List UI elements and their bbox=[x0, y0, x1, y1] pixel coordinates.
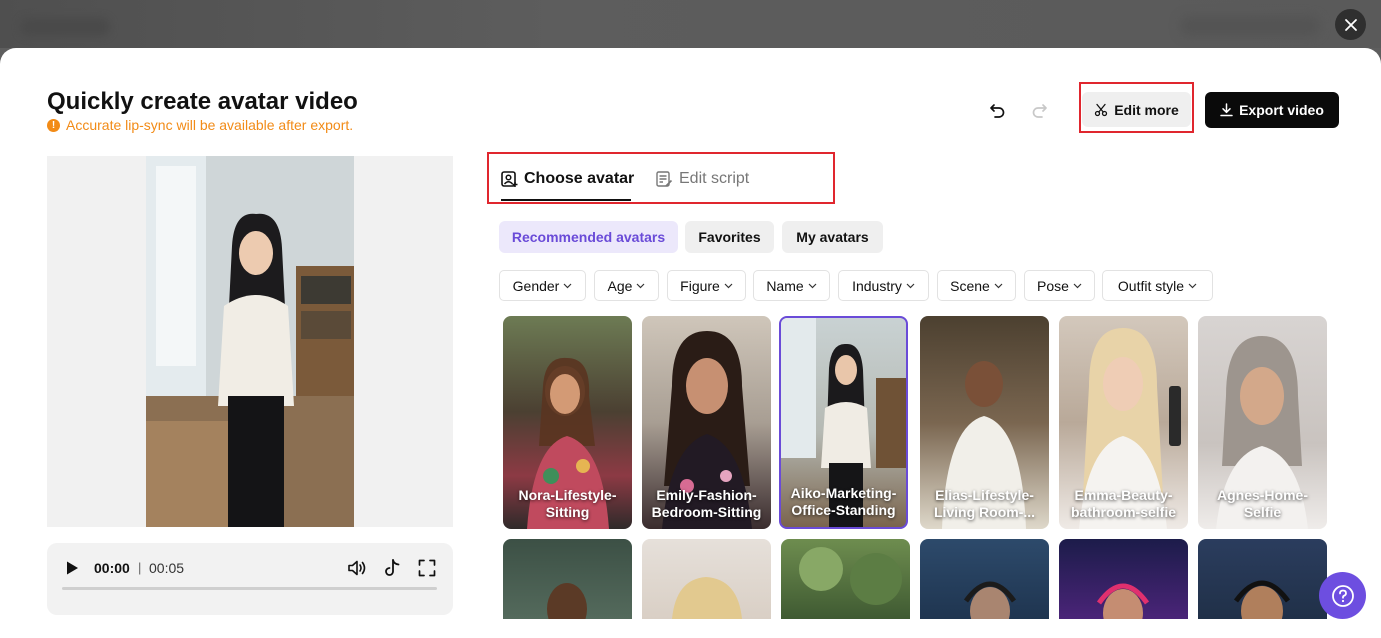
avatar-name: Aiko-Marketing-Office-Standing bbox=[790, 485, 897, 518]
filter-label: Name bbox=[766, 277, 804, 294]
category-recommended[interactable]: Recommended avatars bbox=[499, 221, 678, 253]
avatar-name: Emma-Beauty-bathroom-selfie bbox=[1070, 487, 1176, 520]
avatar-name: Emily-Fashion-Bedroom-Sitting bbox=[651, 487, 762, 520]
chevron-down-icon bbox=[808, 283, 817, 288]
avatar-thumbnail bbox=[1096, 583, 1150, 619]
undo-icon[interactable] bbox=[988, 100, 1008, 120]
export-video-label: Export video bbox=[1239, 102, 1324, 118]
help-button[interactable] bbox=[1319, 572, 1366, 619]
chevron-down-icon bbox=[1073, 283, 1082, 288]
create-avatar-modal: Quickly create avatar video ! Accurate l… bbox=[0, 48, 1381, 638]
filter-industry[interactable]: Industry bbox=[838, 270, 929, 301]
total-time: 00:05 bbox=[149, 560, 185, 576]
tab-choose-avatar[interactable]: Choose avatar bbox=[501, 170, 634, 188]
video-preview bbox=[47, 156, 453, 527]
filter-outfit-style[interactable]: Outfit style bbox=[1102, 270, 1213, 301]
filter-gender[interactable]: Gender bbox=[499, 270, 586, 301]
warning-icon: ! bbox=[47, 118, 60, 132]
edit-more-label: Edit more bbox=[1114, 101, 1179, 118]
backdrop-toolbar-blur bbox=[1180, 16, 1320, 36]
avatar-card-row2-5[interactable] bbox=[1059, 539, 1188, 619]
export-video-button[interactable]: Export video bbox=[1205, 92, 1339, 128]
chevron-down-icon bbox=[994, 283, 1003, 288]
avatar-thumbnail bbox=[672, 577, 742, 619]
avatar-icon bbox=[501, 170, 518, 187]
current-time: 00:00 bbox=[94, 560, 130, 576]
avatar-card-row2-2[interactable] bbox=[642, 539, 771, 619]
filter-label: Pose bbox=[1037, 277, 1069, 294]
avatar-card-aiko[interactable]: Aiko-Marketing-Office-Standing bbox=[779, 316, 908, 529]
category-my-avatars[interactable]: My avatars bbox=[782, 221, 883, 253]
tab-edit-script-label: Edit script bbox=[679, 170, 750, 187]
backdrop-logo-blur bbox=[20, 18, 110, 36]
script-icon bbox=[656, 170, 673, 187]
filter-label: Scene bbox=[950, 277, 990, 294]
download-icon bbox=[1220, 103, 1233, 117]
lip-sync-notice-text: Accurate lip-sync will be available afte… bbox=[66, 117, 354, 133]
avatar-preview-image bbox=[146, 156, 354, 527]
avatar-name: Elias-Lifestyle-Living Room-... bbox=[933, 487, 1036, 520]
close-icon bbox=[1344, 18, 1357, 31]
close-button[interactable] bbox=[1335, 9, 1366, 40]
avatar-card-emma[interactable]: Emma-Beauty-bathroom-selfie bbox=[1059, 316, 1188, 529]
volume-icon[interactable] bbox=[347, 558, 367, 578]
chevron-down-icon bbox=[1188, 283, 1197, 288]
avatar-thumbnail bbox=[547, 583, 587, 619]
scissors-icon bbox=[1095, 103, 1108, 116]
lip-sync-notice: ! Accurate lip-sync will be available af… bbox=[47, 117, 353, 133]
filter-name[interactable]: Name bbox=[753, 270, 830, 301]
avatar-name: Nora-Lifestyle-Sitting bbox=[518, 487, 617, 520]
avatar-thumbnail bbox=[963, 581, 1017, 619]
avatar-card-elias[interactable]: Elias-Lifestyle-Living Room-... bbox=[920, 316, 1049, 529]
time-separator: | bbox=[138, 560, 142, 575]
avatar-thumbnail bbox=[799, 547, 902, 605]
avatar-card-nora[interactable]: Nora-Lifestyle-Sitting bbox=[503, 316, 632, 529]
progress-bar[interactable] bbox=[62, 587, 437, 590]
active-tab-indicator bbox=[501, 199, 631, 201]
tab-edit-script[interactable]: Edit script bbox=[656, 170, 749, 188]
avatar-card-row2-1[interactable] bbox=[503, 539, 632, 619]
avatar-card-row2-4[interactable] bbox=[920, 539, 1049, 619]
category-favorites[interactable]: Favorites bbox=[685, 221, 774, 253]
play-icon[interactable] bbox=[64, 560, 80, 576]
avatar-card-row2-6[interactable] bbox=[1198, 539, 1327, 619]
fullscreen-icon[interactable] bbox=[418, 559, 436, 577]
filter-figure[interactable]: Figure bbox=[667, 270, 746, 301]
filter-label: Age bbox=[607, 277, 633, 294]
chevron-down-icon bbox=[563, 283, 572, 288]
filter-age[interactable]: Age bbox=[594, 270, 659, 301]
avatar-thumbnail bbox=[1233, 580, 1291, 619]
redo-icon[interactable] bbox=[1029, 100, 1049, 120]
filter-label: Industry bbox=[852, 277, 902, 294]
filter-pose[interactable]: Pose bbox=[1024, 270, 1095, 301]
chevron-down-icon bbox=[724, 283, 733, 288]
filter-label: Gender bbox=[512, 277, 560, 294]
avatar-card-emily[interactable]: Emily-Fashion-Bedroom-Sitting bbox=[642, 316, 771, 529]
edit-more-button[interactable]: Edit more bbox=[1082, 92, 1191, 127]
backdrop bbox=[0, 0, 1381, 48]
filter-scene[interactable]: Scene bbox=[937, 270, 1016, 301]
chevron-down-icon bbox=[906, 283, 915, 288]
help-icon bbox=[1331, 584, 1354, 607]
chevron-down-icon bbox=[637, 283, 645, 288]
avatar-card-agnes[interactable]: Agnes-Home-Selfie bbox=[1198, 316, 1327, 529]
tab-choose-avatar-label: Choose avatar bbox=[524, 170, 635, 187]
avatar-name: Agnes-Home-Selfie bbox=[1216, 487, 1308, 520]
avatar-card-row2-3[interactable] bbox=[781, 539, 910, 619]
page-title: Quickly create avatar video bbox=[47, 88, 358, 115]
video-player-controls: 00:00 | 00:05 bbox=[47, 543, 453, 615]
filter-label: Figure bbox=[680, 277, 720, 294]
tiktok-icon[interactable] bbox=[383, 558, 401, 578]
filter-label: Outfit style bbox=[1117, 277, 1185, 294]
